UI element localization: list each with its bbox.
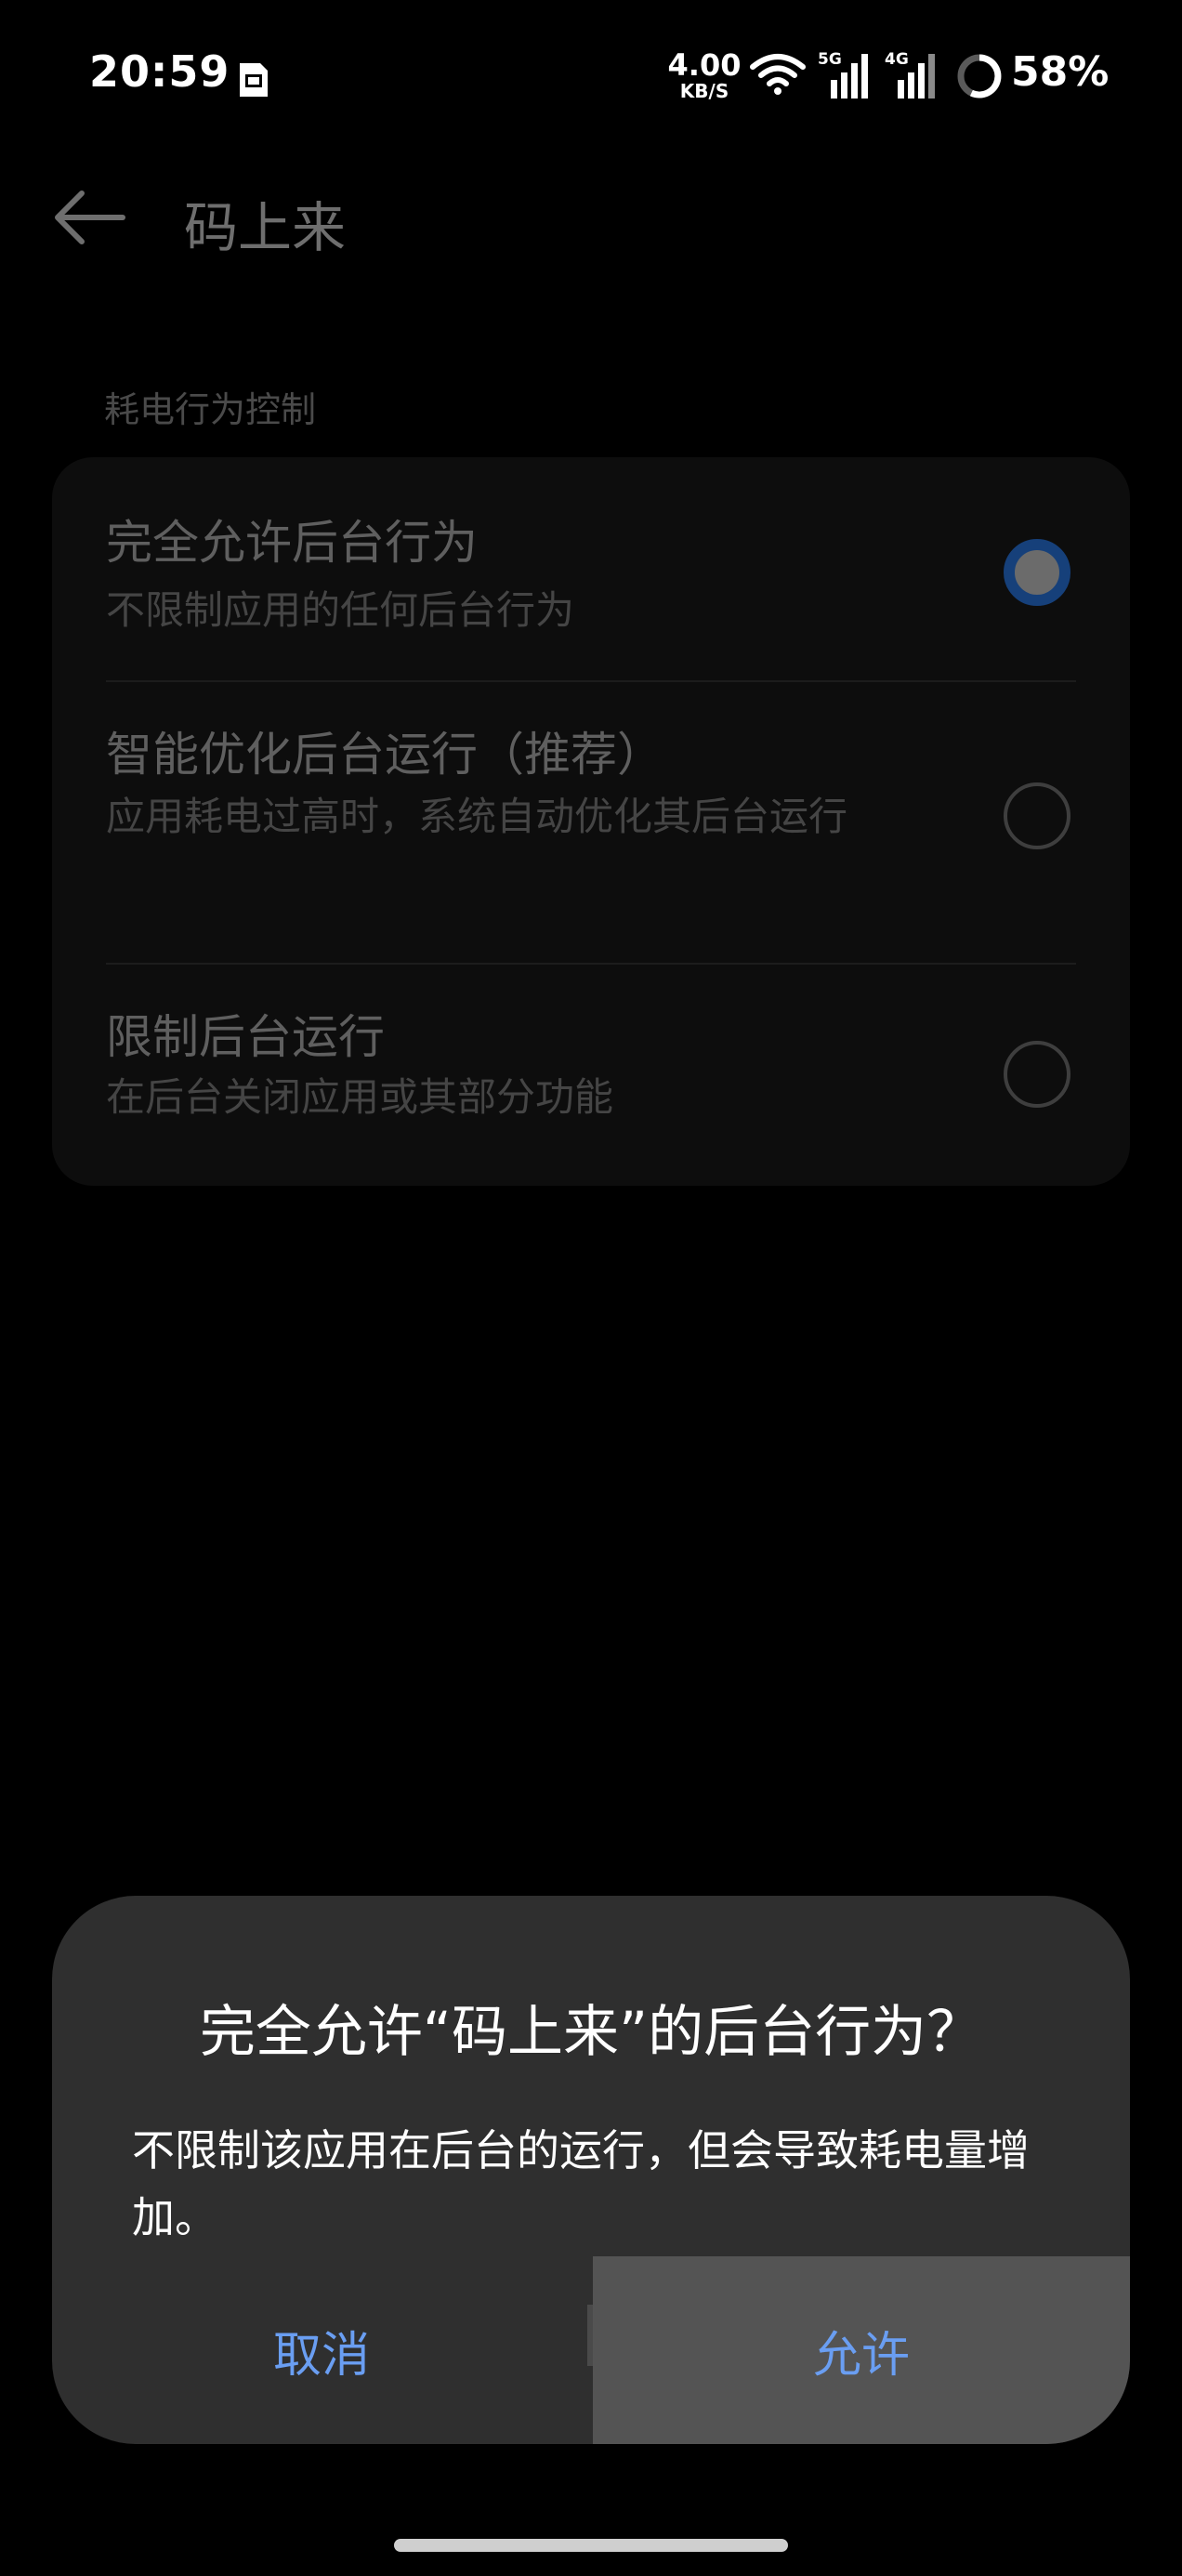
home-indicator[interactable] <box>394 2539 788 2552</box>
cancel-button[interactable]: 取消 <box>52 2256 591 2444</box>
allow-button[interactable]: 允许 <box>593 2256 1130 2444</box>
radio-selected[interactable] <box>1004 539 1070 606</box>
power-options-card: 完全允许后台行为 不限制应用的任何后台行为 智能优化后台运行（推荐） 应用耗电过… <box>52 457 1130 1186</box>
option-allow-all[interactable]: 完全允许后台行为 不限制应用的任何后台行为 <box>52 457 1130 680</box>
option-smart-optimize[interactable]: 智能优化后台运行（推荐） 应用耗电过高时，系统自动优化其后台运行 <box>52 682 1130 961</box>
signal-5g-label: 5G <box>818 50 842 69</box>
dialog-title: 完全允许“码上来”的后台行为？ <box>199 2000 983 2065</box>
option-title: 完全允许后台行为 <box>106 516 478 570</box>
network-speed-unit: KB/S <box>679 80 729 102</box>
option-desc: 应用耗电过高时，系统自动优化其后台运行 <box>106 794 848 839</box>
dialog-message: 不限制该应用在后台的运行，但会导致耗电量增加。 <box>132 2125 1030 2242</box>
signal-5g-icon: 5G <box>818 50 868 99</box>
signal-4g-label: 4G <box>885 50 909 69</box>
radio-unselected[interactable] <box>1004 1041 1070 1108</box>
back-arrow-icon[interactable] <box>48 177 132 260</box>
option-desc: 不限制应用的任何后台行为 <box>106 587 575 633</box>
confirm-dialog: 完全允许“码上来”的后台行为？ 不限制该应用在后台的运行，但会导致耗电量增加。 … <box>52 1896 1130 2444</box>
network-speed: 4.00 KB/S <box>667 50 742 100</box>
page-title: 码上来 <box>184 196 347 259</box>
section-label: 耗电行为控制 <box>104 389 317 430</box>
status-bar: 20:59 4.00 KB/S 5G 4G 58% <box>0 0 1182 153</box>
radio-unselected[interactable] <box>1004 782 1070 849</box>
screen: 20:59 4.00 KB/S 5G 4G 58% 码上来 耗电行为控制 完全允… <box>0 0 1182 2576</box>
option-restrict[interactable]: 限制后台运行 在后台关闭应用或其部分功能 <box>52 965 1130 1186</box>
battery-ring-icon <box>957 54 1002 99</box>
sim-card-icon <box>240 63 268 97</box>
status-time: 20:59 <box>89 46 230 97</box>
network-speed-value: 4.00 <box>667 47 742 83</box>
wifi-icon <box>750 54 806 95</box>
battery-percent: 58% <box>1011 48 1110 96</box>
option-desc: 在后台关闭应用或其部分功能 <box>106 1074 614 1120</box>
option-title: 智能优化后台运行（推荐） <box>106 728 663 782</box>
signal-4g-icon: 4G <box>885 50 935 99</box>
option-title: 限制后台运行 <box>106 1010 385 1064</box>
